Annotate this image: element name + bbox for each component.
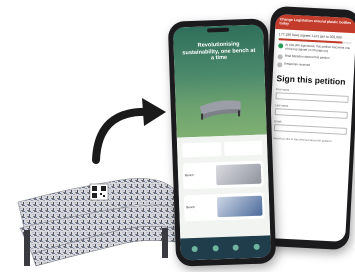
- product-image: [216, 195, 263, 218]
- feature-card[interactable]: [182, 142, 221, 158]
- nav-icon[interactable]: [212, 245, 219, 252]
- hero-title: Revolutionising sustainability, one benc…: [182, 41, 256, 62]
- feature-card[interactable]: [223, 140, 263, 156]
- product-card[interactable]: Bench: [183, 192, 265, 222]
- product-label: Bench: [185, 173, 194, 178]
- hero-bench-image: [199, 100, 241, 120]
- nav-icon[interactable]: [253, 243, 260, 250]
- sign-petition-title: Sign this petition: [276, 72, 346, 87]
- product-image: [215, 163, 262, 186]
- petition-screen: Change Legislation around plastic bottle…: [264, 14, 355, 242]
- feature-cards: [182, 140, 263, 158]
- nav-icon[interactable]: [232, 244, 240, 251]
- hero-banner: Revolutionising sustainability, one benc…: [172, 24, 267, 138]
- check-icon: [277, 61, 283, 67]
- arrow-icon: [88, 90, 168, 170]
- page-content: Bench Bench: [176, 134, 271, 239]
- bench-site-screen: Revolutionising sustainability, one benc…: [172, 24, 272, 261]
- stay-informed-text: Would you like to stay informed about th…: [273, 136, 332, 143]
- nav-icon[interactable]: [191, 245, 199, 253]
- product-label: Bench: [186, 205, 195, 210]
- bottom-nav: [180, 235, 272, 261]
- check-icon: [277, 53, 283, 59]
- bench-site-phone: Revolutionising sustainability, one benc…: [167, 18, 277, 267]
- milestone-item: Response received: [277, 61, 350, 71]
- qr-code-icon: [89, 183, 109, 201]
- product-card[interactable]: Bench: [182, 160, 264, 190]
- check-icon: [278, 43, 284, 49]
- phone-notch: [207, 27, 230, 33]
